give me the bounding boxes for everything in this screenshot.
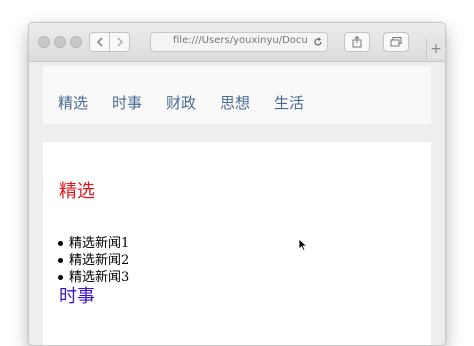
nav-item-finance[interactable]: 财政 [166,92,196,113]
nav-item-featured[interactable]: 精选 [58,92,88,113]
plus-icon: + [430,41,442,57]
section-title-featured: 精选 [59,181,95,202]
tabs-overview-icon [390,37,402,47]
list-item[interactable]: 精选新闻2 [56,252,129,269]
page-content: 精选 时事 财政 思想 生活 精选 精选新闻1 精选新闻2 精选新闻3 时事 [29,62,445,345]
zoom-window-button[interactable] [70,36,82,48]
featured-news-list: 精选新闻1 精选新闻2 精选新闻3 [56,235,129,286]
address-bar[interactable]: file:///Users/youxinyu/Docu [150,32,328,52]
nav-item-thought[interactable]: 思想 [220,92,250,113]
bullet-icon [58,241,63,246]
bullet-icon [58,275,63,280]
bullet-icon [58,258,63,263]
address-text: file:///Users/youxinyu/Docu [173,35,308,46]
share-icon [352,35,362,48]
site-navbar: 精选 时事 财政 思想 生活 [43,66,431,124]
chevron-left-icon [96,37,102,47]
new-tab-button[interactable]: + [426,39,445,59]
browser-titlebar: file:///Users/youxinyu/Docu + [29,23,445,62]
back-button[interactable] [89,32,110,52]
nav-item-current-affairs[interactable]: 时事 [112,92,142,113]
nav-item-life[interactable]: 生活 [274,92,304,113]
close-window-button[interactable] [38,36,50,48]
news-link[interactable]: 精选新闻2 [69,253,129,268]
section-title-current-affairs: 时事 [59,286,95,307]
list-item[interactable]: 精选新闻1 [56,235,129,252]
share-button[interactable] [344,32,370,52]
news-link[interactable]: 精选新闻1 [69,236,129,251]
minimize-window-button[interactable] [54,36,66,48]
forward-button[interactable] [109,32,130,52]
mouse-cursor-icon [298,238,308,252]
browser-window: file:///Users/youxinyu/Docu + 精选 时事 财政 思… [28,22,446,346]
main-content: 精选 精选新闻1 精选新闻2 精选新闻3 时事 [43,142,431,345]
tabs-overview-button[interactable] [383,32,409,52]
chevron-right-icon [117,37,123,47]
reload-icon[interactable] [313,33,323,51]
